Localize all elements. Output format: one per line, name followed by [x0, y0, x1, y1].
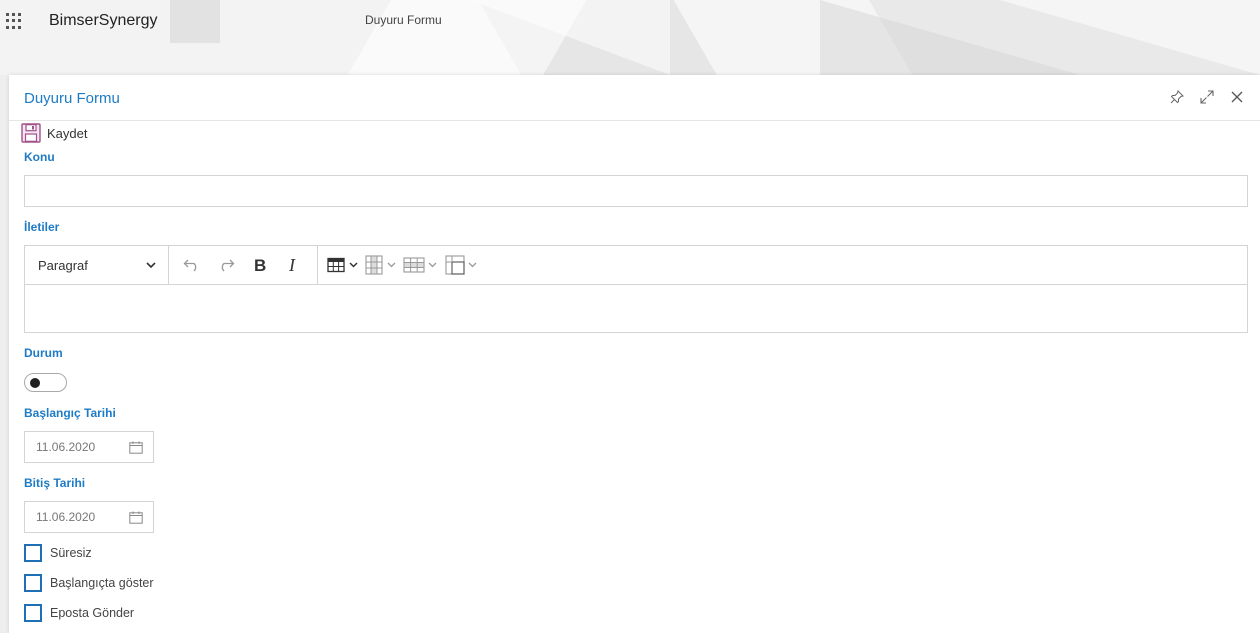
redo-icon — [221, 259, 235, 272]
table-icon — [327, 257, 358, 273]
save-button[interactable]: Kaydet — [21, 123, 87, 143]
messages-label: İletiler — [24, 220, 60, 234]
top-bar: BimserSynergy Duyuru Formu — [0, 0, 1260, 75]
end-date-input[interactable]: 11.06.2020 — [24, 501, 154, 533]
checkbox-send-email[interactable]: Eposta Gönder — [24, 604, 134, 622]
start-date-input[interactable]: 11.06.2020 — [24, 431, 154, 463]
checkbox-label: Eposta Gönder — [50, 606, 135, 620]
checkbox-indefinite[interactable]: Süresiz — [24, 544, 92, 562]
checkbox[interactable] — [24, 604, 42, 622]
floppy-disk-icon — [21, 123, 41, 143]
insert-table-button[interactable] — [327, 251, 359, 279]
table-row-button[interactable] — [403, 251, 439, 279]
undo-button[interactable] — [178, 251, 206, 279]
end-date-label: Bitiş Tarihi — [24, 476, 86, 490]
subject-input[interactable] — [24, 175, 1248, 207]
chevron-down-icon — [146, 261, 156, 268]
table-column-icon — [365, 255, 396, 275]
end-date-value: 11.06.2020 — [36, 510, 96, 524]
svg-text:I: I — [288, 257, 296, 273]
italic-icon: I — [288, 257, 296, 273]
checkbox-label: Süresiz — [50, 546, 92, 560]
app-launcher-icon[interactable] — [6, 13, 22, 29]
table-column-button[interactable] — [365, 251, 397, 279]
status-toggle[interactable] — [24, 373, 67, 392]
editor-content-area[interactable] — [25, 285, 1247, 332]
redo-button[interactable] — [212, 251, 240, 279]
calendar-icon[interactable] — [129, 511, 143, 524]
merge-cells-button[interactable] — [445, 251, 479, 279]
panel-title: Duyuru Formu — [24, 90, 120, 107]
panel-header: Duyuru Formu — [9, 75, 1260, 121]
brand-name[interactable]: BimserSynergy — [49, 12, 157, 30]
svg-text:B: B — [254, 257, 266, 273]
paragraph-format-select[interactable]: Paragraf — [25, 245, 169, 285]
save-label: Kaydet — [47, 125, 88, 141]
bold-button[interactable]: B — [246, 251, 274, 279]
start-date-label: Başlangıç Tarihi — [24, 406, 116, 420]
close-icon[interactable] — [1230, 90, 1244, 104]
paragraph-format-value: Paragraf — [38, 257, 88, 273]
expand-icon[interactable] — [1200, 90, 1214, 104]
brand-logo-tile — [170, 0, 220, 43]
pin-icon[interactable] — [1170, 90, 1184, 104]
undo-icon — [183, 259, 197, 272]
start-date-value: 11.06.2020 — [36, 440, 96, 454]
editor-toolbar: Paragraf B I — [25, 245, 1247, 285]
checkbox[interactable] — [24, 574, 42, 592]
merge-cells-icon — [445, 255, 477, 275]
table-row-icon — [403, 257, 437, 273]
status-label: Durum — [24, 346, 63, 360]
bold-icon: B — [254, 257, 266, 273]
form-panel: Duyuru Formu Kaydet Konu İletiler Paragr… — [9, 75, 1260, 633]
rich-text-editor: Paragraf B I — [24, 245, 1248, 333]
checkbox-label: Başlangıçta göster — [50, 576, 154, 590]
checkbox-show-at-start[interactable]: Başlangıçta göster — [24, 574, 154, 592]
calendar-icon[interactable] — [129, 441, 143, 454]
toggle-knob — [30, 378, 40, 388]
checkbox[interactable] — [24, 544, 42, 562]
app-title: Duyuru Formu — [365, 13, 442, 27]
subject-label: Konu — [24, 150, 55, 164]
italic-button[interactable]: I — [280, 251, 308, 279]
